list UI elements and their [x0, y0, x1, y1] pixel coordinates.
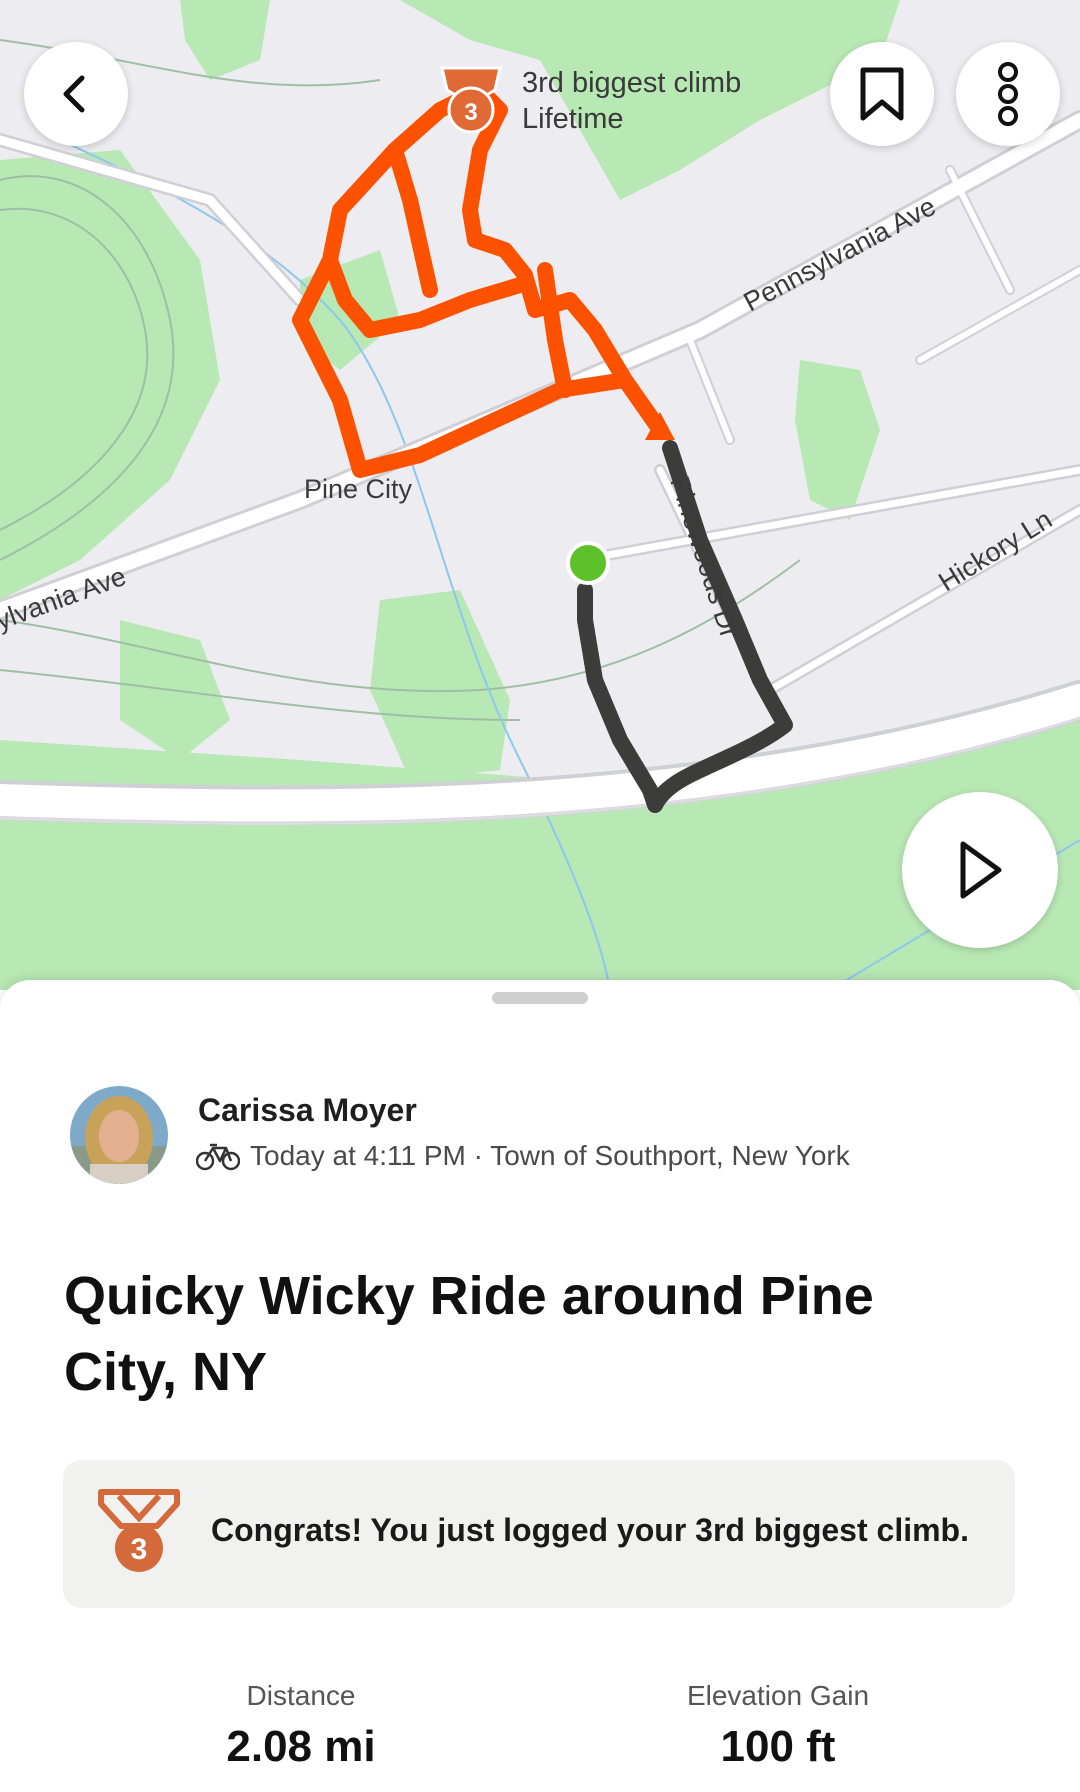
stat-label: Distance — [246, 1680, 356, 1711]
medal-rank-text: 3 — [131, 1533, 148, 1566]
stat-value: 100 ft — [720, 1722, 836, 1771]
back-button[interactable] — [24, 42, 128, 146]
stat-value: 2.08 mi — [226, 1722, 376, 1771]
activity-sheet: Carissa Moyer Today at 4:11 PM · Town of… — [0, 980, 1080, 1792]
chevron-left-icon — [63, 75, 85, 113]
stat-label: Elevation Gain — [686, 1680, 870, 1711]
bookmark-button[interactable] — [830, 42, 934, 146]
play-icon — [960, 841, 1002, 899]
bookmark-icon — [860, 67, 904, 121]
avatar-image — [70, 1086, 168, 1184]
medal-rank: 3 — [464, 99, 477, 126]
more-options-button[interactable] — [956, 42, 1060, 146]
stat-elevation-gain: Elevation Gain 100 ft — [608, 1680, 948, 1772]
activity-meta: Today at 4:11 PM · Town of Southport, Ne… — [196, 1140, 850, 1172]
sheet-drag-handle[interactable] — [492, 992, 588, 1004]
play-flyover-button[interactable] — [902, 792, 1058, 948]
medal-icon: 3 — [98, 1489, 180, 1572]
stat-distance: Distance 2.08 mi — [131, 1680, 471, 1772]
achievement-banner[interactable]: 3 Congrats! You just logged your 3rd big… — [63, 1460, 1015, 1608]
map-label-pine-city: Pine City — [304, 474, 413, 504]
achievement-message: Congrats! You just logged your 3rd bigge… — [211, 1512, 969, 1548]
activity-meta-text: Today at 4:11 PM · Town of Southport, Ne… — [250, 1140, 850, 1171]
more-vertical-icon — [998, 62, 1018, 126]
athlete-name[interactable]: Carissa Moyer — [198, 1092, 417, 1129]
activity-title: Quicky Wicky Ride around Pine City, NY — [64, 1266, 874, 1402]
bike-icon — [196, 1143, 240, 1171]
avatar[interactable] — [70, 1086, 168, 1184]
start-marker — [566, 541, 610, 585]
achievement-label-line2: Lifetime — [522, 103, 624, 135]
achievement-label-line1: 3rd biggest climb — [522, 67, 741, 99]
